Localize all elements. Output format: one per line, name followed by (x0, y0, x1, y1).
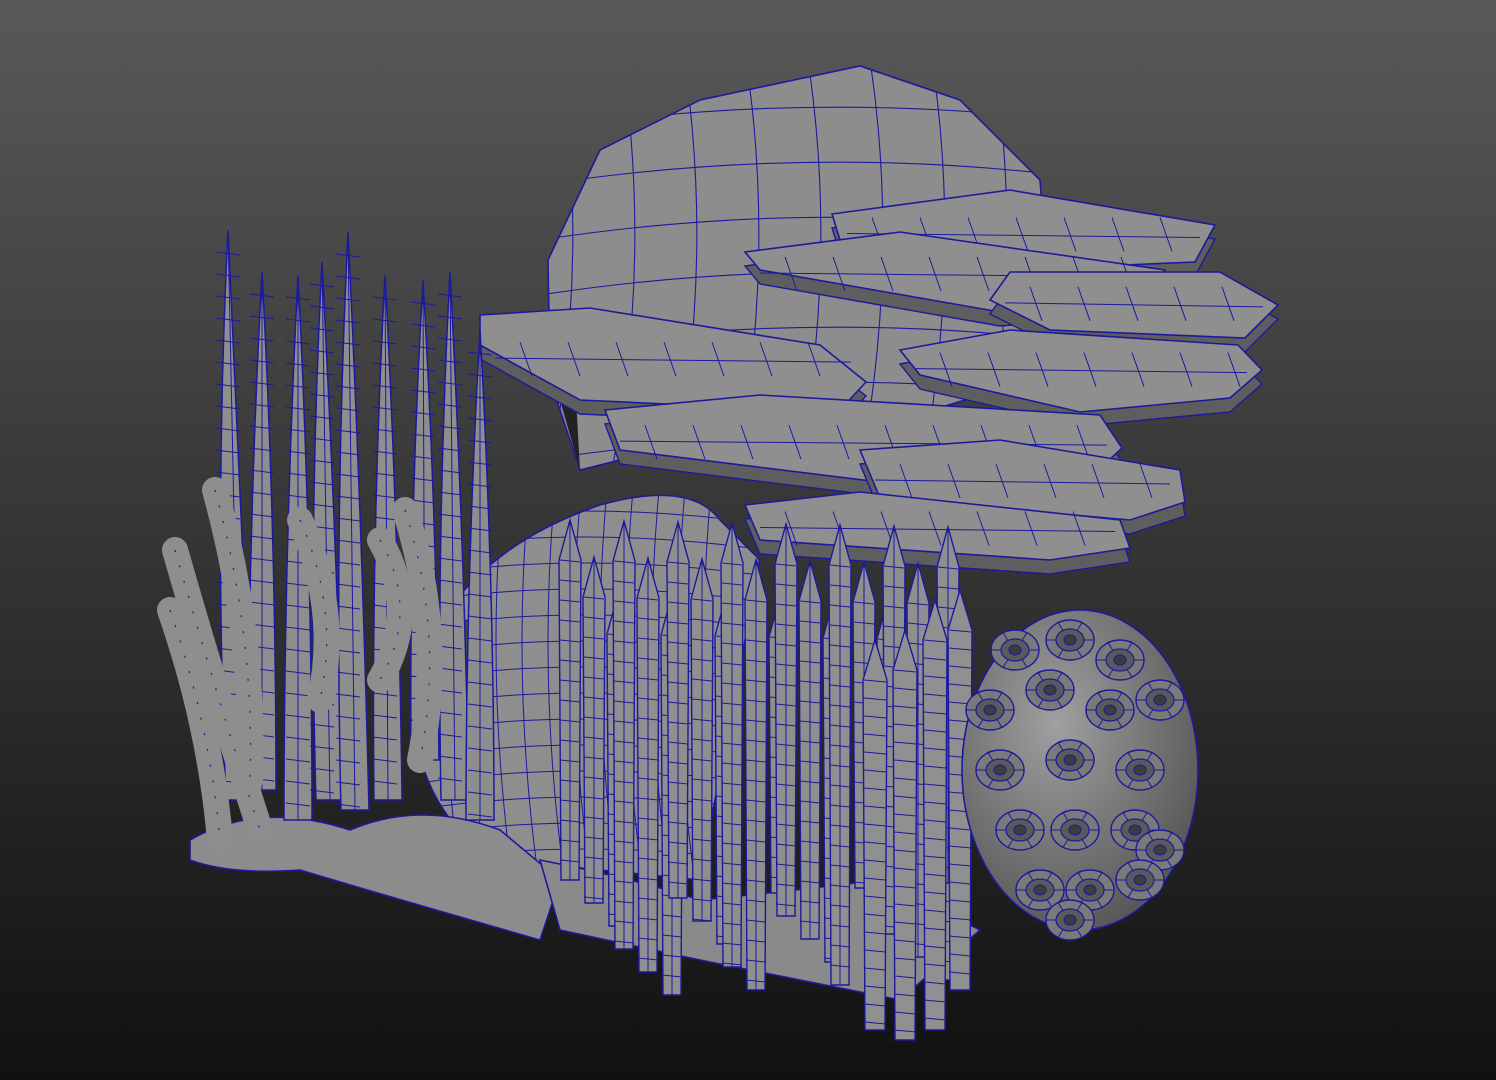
coral-finger[interactable] (582, 554, 606, 904)
coral-polyp-cell (975, 749, 1025, 791)
coral-finger[interactable] (558, 517, 582, 881)
coral-polyp-cell (965, 689, 1015, 731)
coral-finger[interactable] (774, 521, 798, 917)
coral-polyp-cell (1115, 859, 1165, 901)
coral-finger[interactable] (666, 519, 690, 899)
coral-finger[interactable] (828, 522, 852, 986)
coral-finger[interactable] (690, 556, 714, 922)
coral-finger[interactable] (612, 518, 636, 950)
coral-polyp-cell (1050, 809, 1100, 851)
coral-finger[interactable] (636, 555, 660, 973)
coral-finger[interactable] (720, 520, 744, 968)
coral-finger[interactable] (744, 557, 768, 991)
coral-polyp-cell (990, 629, 1040, 671)
coral-finger[interactable] (798, 558, 822, 940)
coral-polyp-cell (1095, 639, 1145, 681)
coral-polyp-cell (995, 809, 1045, 851)
coral-polyp-cell (1025, 669, 1075, 711)
coral-polyp-cell (1045, 739, 1095, 781)
coral-polyp-cell (1115, 749, 1165, 791)
coral-polyp-cell (1045, 619, 1095, 661)
3d-viewport[interactable] (0, 0, 1496, 1080)
coral-polyp-cell (1045, 899, 1095, 941)
coral-polyp-cell (1135, 679, 1185, 721)
viewport-scene[interactable] (0, 0, 1496, 1080)
coral-polyp-cell (1085, 689, 1135, 731)
